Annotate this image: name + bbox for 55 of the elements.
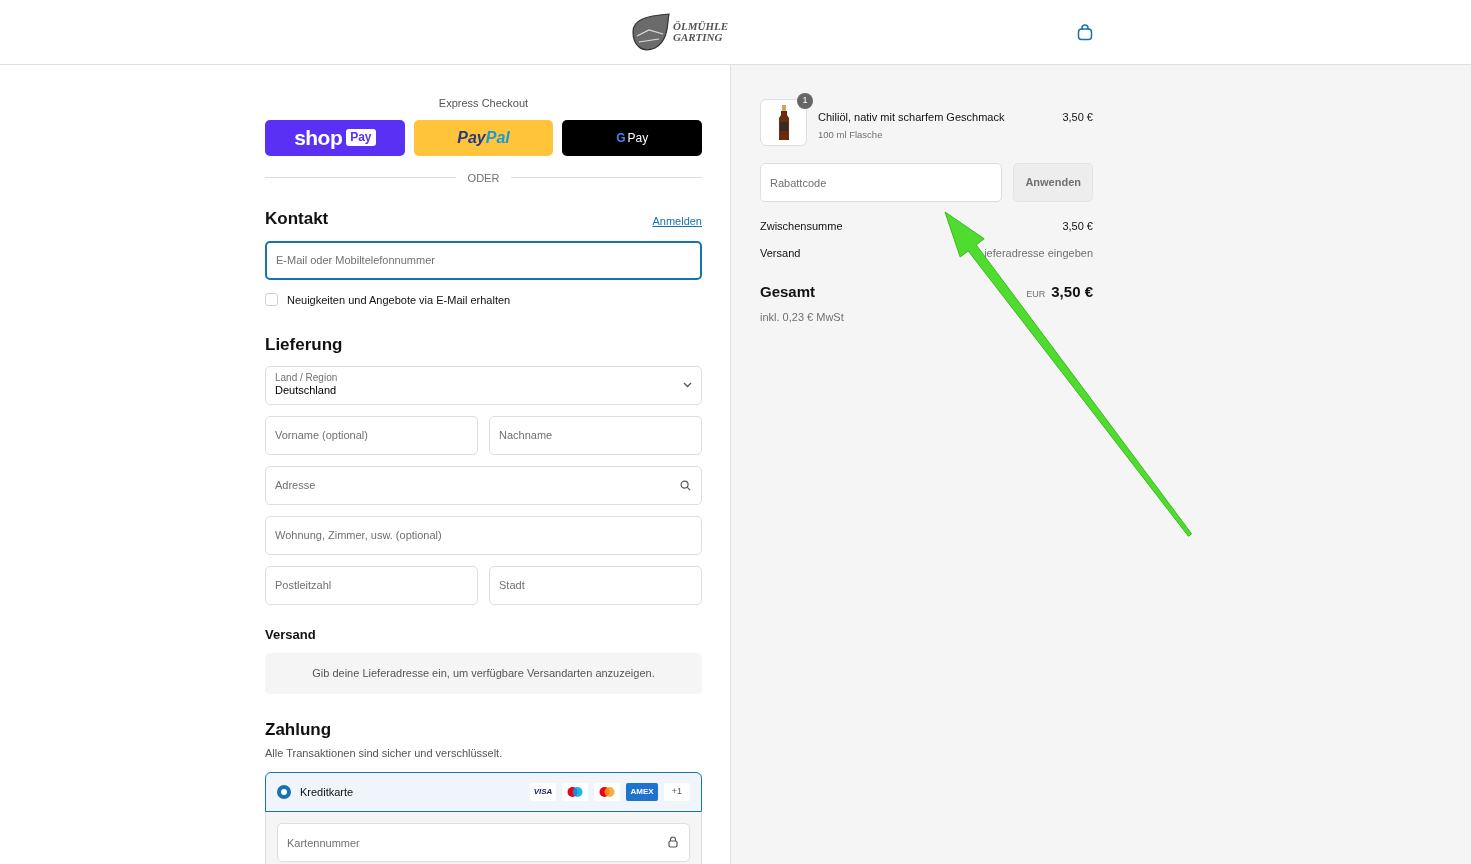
visa-logo: VISA <box>530 783 556 801</box>
logo-text: ÖLMÜHLE <box>673 21 728 32</box>
divider-label: ODER <box>467 170 500 186</box>
radio-button[interactable] <box>277 785 291 799</box>
section-title: Zahlung <box>265 719 333 741</box>
shop-pay-button[interactable]: shop Pay <box>265 119 405 156</box>
google-pay-button[interactable]: G Pay <box>562 119 702 156</box>
currency-code: EUR <box>1026 288 1046 301</box>
input-field[interactable]: Wohnung, Zimmer, usw. (optional) <box>265 515 702 555</box>
summary-value: ieferadresse eingeben <box>984 245 1093 261</box>
select-label: Land / Region <box>275 371 338 385</box>
select-value: Deutschland <box>275 384 338 399</box>
logo-text: GARTING <box>673 32 724 43</box>
payment-subtitle: Alle Transaktionen sind sicher und verschlüsselt. <box>265 745 504 761</box>
shopping-bag-icon[interactable] <box>1077 23 1093 41</box>
section-title: Versand <box>265 625 317 644</box>
chevron-down-icon <box>683 382 692 388</box>
amex-logo: AMEX <box>626 783 658 801</box>
login-link[interactable]: Anmelden <box>652 213 702 230</box>
logo[interactable]: ÖLMÜHLE GARTING <box>629 12 728 52</box>
more-cards-count: +1 <box>664 783 690 801</box>
product-name: Chiliöl, nativ mit scharfem Geschmack <box>818 110 1005 125</box>
apply-button[interactable]: Anwenden <box>1013 163 1093 202</box>
section-title: Lieferung <box>265 334 344 356</box>
product-price: 3,50 € <box>1062 110 1093 125</box>
bottle-icon <box>777 104 790 141</box>
address-field[interactable]: Adresse <box>265 465 702 505</box>
input-field[interactable]: Nachname <box>489 415 702 455</box>
summary-label: Zwischensumme <box>760 219 843 234</box>
payment-method-label: Kreditkarte <box>300 784 354 800</box>
tax-note: inkl. 0,23 € MwSt <box>760 309 845 325</box>
email-field[interactable]: E-Mail oder Mobiltelefonnummer <box>265 240 702 280</box>
maestro-logo <box>562 783 588 801</box>
total-label: Gesamt <box>760 282 816 302</box>
mastercard-logo <box>594 783 620 801</box>
lock-icon <box>668 836 678 848</box>
shipping-notice: Gib deine Lieferadresse ein, um verfügbare Versandarten anzuzeigen. <box>265 653 702 694</box>
card-number-field[interactable]: Kartennummer <box>277 823 690 862</box>
summary-value: 3,50 € <box>1062 219 1093 234</box>
input-field[interactable]: Stadt <box>489 565 702 605</box>
quantity-badge: 1 <box>797 93 813 109</box>
discount-code-field[interactable]: Rabattcode <box>760 163 1003 202</box>
product-variant: 100 ml Flasche <box>818 127 884 142</box>
search-icon <box>680 479 691 491</box>
section-title: Kontakt <box>265 208 329 230</box>
checkbox-label: Neuigkeiten und Angebote via E-Mail erhalten <box>287 292 511 308</box>
express-checkout-title: Express Checkout <box>437 96 530 111</box>
input-field[interactable]: Vorname (optional) <box>265 415 478 455</box>
paypal-button[interactable]: PayPal <box>413 119 554 156</box>
country-select[interactable]: Land / Region Deutschland <box>265 365 702 405</box>
summary-label: Versand <box>760 245 801 261</box>
input-field[interactable]: Postleitzahl <box>265 565 478 605</box>
newsletter-checkbox[interactable] <box>265 293 278 307</box>
total-value: 3,50 € <box>1051 282 1093 302</box>
logo-emblem-icon <box>629 12 671 52</box>
